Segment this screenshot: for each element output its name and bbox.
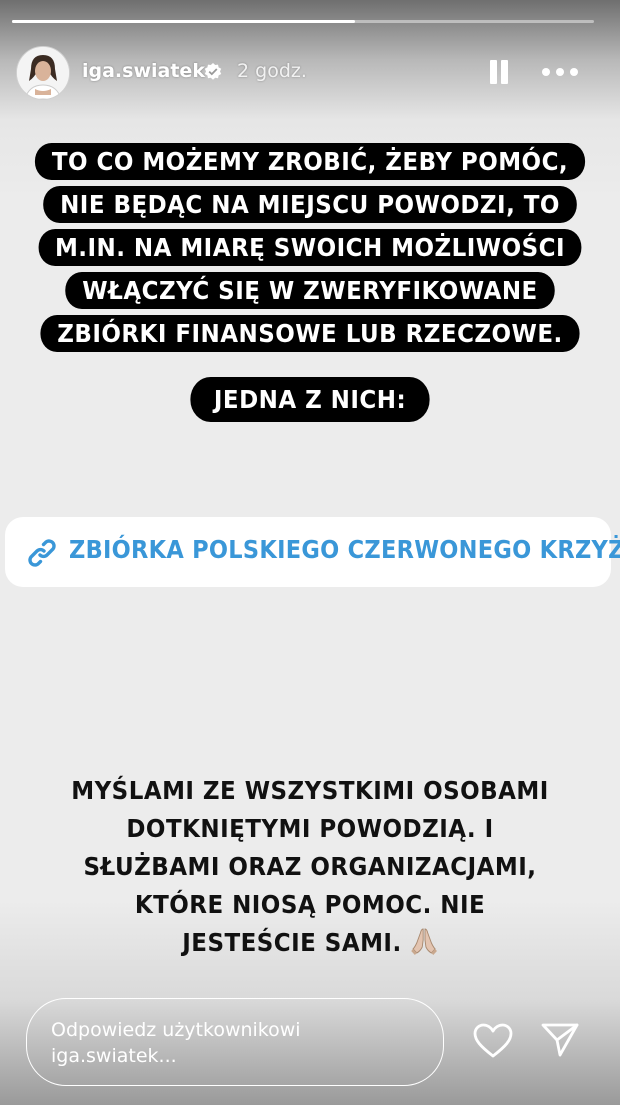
text-line: TO CO MOŻEMY ZROBIĆ, ŻEBY POMÓC, [35, 143, 585, 180]
text-line: DOTKNIĘTYMI POWODZIĄ. I [126, 814, 494, 843]
send-icon[interactable] [540, 1021, 580, 1059]
text-line: SŁUŻBAMI ORAZ ORGANIZACJAMI, [83, 852, 537, 881]
avatar[interactable] [16, 46, 70, 100]
text-line: MYŚLAMI ZE WSZYSTKIMI OSOBAMI [71, 776, 549, 805]
link-icon [25, 536, 59, 570]
text-line: KTÓRE NIOSĄ POMOC. NIE [134, 890, 486, 919]
story-text-message: MYŚLAMI ZE WSZYSTKIMI OSOBAMI DOTKNIĘTYM… [25, 772, 595, 962]
story-header: iga.swiatek 2 godz. [0, 40, 620, 104]
text-line: JESTEŚCIE SAMI. [182, 928, 402, 957]
pause-icon[interactable] [486, 58, 512, 86]
story-timestamp: 2 godz. [237, 60, 307, 82]
story-viewer: iga.swiatek 2 godz. TO CO MOŻEMY ZROBIĆ,… [0, 0, 620, 1105]
text-line: WŁĄCZYĆ SIĘ W ZWERYFIKOWANE [65, 272, 555, 309]
reply-placeholder-line: Odpowiedz użytkownikowi [51, 1019, 301, 1041]
link-sticker-label: ZBIÓRKA POLSKIEGO CZERWONEGO KRZYŻA [69, 535, 620, 564]
more-icon[interactable] [538, 60, 582, 84]
story-text-intro: TO CO MOŻEMY ZROBIĆ, ŻEBY POMÓC, NIE BĘD… [25, 140, 595, 355]
text-line: NIE BĘDĄC NA MIEJSCU POWODZI, TO [43, 186, 577, 223]
avatar-image [17, 47, 69, 99]
link-sticker-button[interactable]: ZBIÓRKA POLSKIEGO CZERWONEGO KRZYŻA [5, 517, 620, 587]
verified-badge-icon [203, 62, 223, 82]
story-progress-fill [12, 20, 356, 23]
prayer-hands-emoji [410, 926, 438, 956]
heart-icon[interactable] [472, 1022, 514, 1060]
reply-placeholder: Odpowiedz użytkownikowi iga.swiatek... [51, 1017, 351, 1069]
text-line: JEDNA Z NICH: [189, 377, 431, 422]
story-progress-bar [12, 20, 594, 23]
text-line: M.IN. NA MIARĘ SWOICH MOŻLIWOŚCI [38, 229, 582, 266]
story-text-one-of-them: JEDNA Z NICH: [25, 377, 595, 422]
reply-placeholder-line: iga.swiatek... [51, 1045, 177, 1067]
text-line: ZBIÓRKI FINANSOWE LUB RZECZOWE. [40, 315, 580, 352]
username[interactable]: iga.swiatek [82, 60, 205, 82]
reply-input[interactable]: Odpowiedz użytkownikowi iga.swiatek... [26, 998, 444, 1086]
